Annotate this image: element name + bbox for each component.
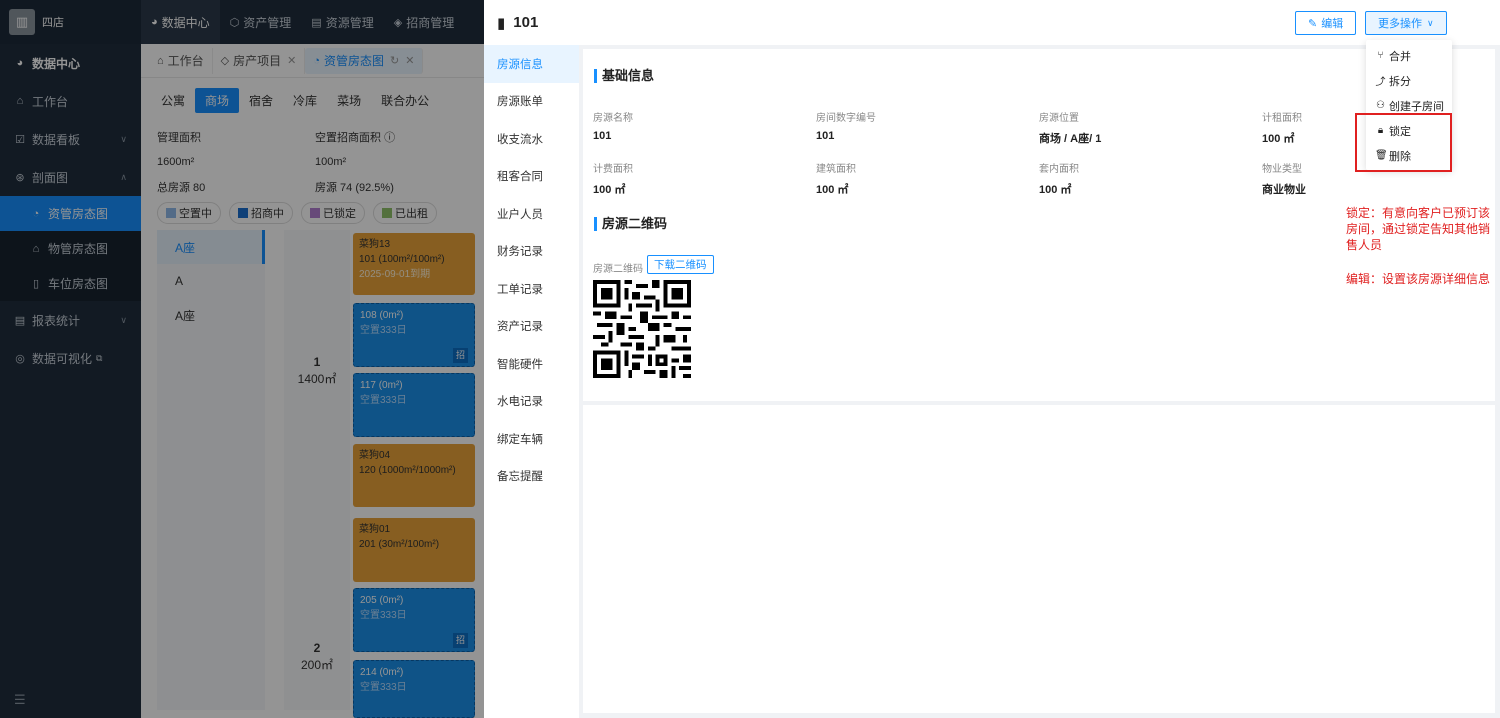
drawer-nav-item[interactable]: 房源信息 [484, 45, 579, 83]
field-value: 100 ㎡ [816, 184, 849, 196]
field-value: 商场 / A座/ 1 [1039, 133, 1102, 145]
field-label: 房源位置 [1039, 113, 1079, 124]
annotation-edit: 编辑：设置该房源详细信息 [1346, 272, 1491, 286]
drawer-nav-item[interactable]: 租客合同 [484, 158, 579, 196]
field-label: 房源名称 [593, 113, 633, 124]
highlight-box [1355, 113, 1452, 172]
merge-icon: ⑂ [1377, 50, 1384, 61]
drawer-nav: 房源信息 房源账单 收支流水 租客合同 业户人员 财务记录 工单记录 资产记录 … [484, 45, 579, 718]
drawer-empty-area [583, 405, 1495, 713]
basic-info-title: 基础信息 [594, 69, 654, 83]
field-value: 101 [816, 130, 835, 142]
door-icon: ▮ [497, 14, 506, 32]
qr-label: 房源二维码 [593, 264, 643, 275]
field-value: 100 ㎡ [1039, 184, 1072, 196]
field-value: 101 [593, 130, 612, 142]
field-label: 物业类型 [1262, 164, 1302, 175]
split-icon: ⤴ [1375, 77, 1386, 88]
drawer-nav-item[interactable]: 房源账单 [484, 83, 579, 121]
drawer-nav-item[interactable]: 水电记录 [484, 383, 579, 421]
field-label: 建筑面积 [816, 164, 856, 175]
field-label: 房间数字编号 [816, 113, 876, 124]
drawer-nav-item[interactable]: 备忘提醒 [484, 458, 579, 496]
qr-section-title: 房源二维码 [594, 217, 667, 231]
dropdown-item-split[interactable]: ⤴ 拆分 [1366, 68, 1452, 93]
create-subroom-icon: ⚇ [1376, 100, 1385, 111]
field-label: 套内面积 [1039, 164, 1079, 175]
drawer-nav-item[interactable]: 财务记录 [484, 233, 579, 271]
drawer-nav-item[interactable]: 绑定车辆 [484, 420, 579, 458]
field-value: 100 ㎡ [1262, 133, 1295, 145]
qr-code-image [593, 280, 691, 378]
edit-icon: ✎ [1308, 17, 1318, 30]
field-value: 100 ㎡ [593, 184, 626, 196]
field-label: 计租面积 [1262, 113, 1302, 124]
drawer-nav-item[interactable]: 业户人员 [484, 195, 579, 233]
chevron-down-icon: ∨ [1427, 17, 1434, 28]
drawer-nav-item[interactable]: 智能硬件 [484, 345, 579, 383]
annotation-lock: 锁定：有意向客户已预订该房间，通过锁定告知其他销售人员 [1346, 206, 1491, 252]
drawer-nav-item[interactable]: 收支流水 [484, 120, 579, 158]
drawer-nav-item[interactable]: 资产记录 [484, 308, 579, 346]
more-actions-button[interactable]: 更多操作 ∨ [1365, 11, 1447, 35]
drawer-header: ▮ 101 ✎ 编辑 更多操作 ∨ [484, 0, 1500, 45]
drawer-overlay-mask[interactable] [0, 0, 484, 718]
download-qr-button[interactable]: 下载二维码 [647, 255, 714, 274]
field-label: 计费面积 [593, 164, 633, 175]
dropdown-item-merge[interactable]: ⑂ 合并 [1366, 43, 1452, 68]
edit-button[interactable]: ✎ 编辑 [1295, 11, 1357, 35]
drawer-nav-item[interactable]: 工单记录 [484, 270, 579, 308]
room-detail-drawer: ▮ 101 ✎ 编辑 更多操作 ∨ 房源信息 房源账单 收支流水 租客合同 业户… [484, 0, 1500, 718]
field-value: 商业物业 [1262, 184, 1306, 196]
drawer-title: 101 [513, 14, 539, 31]
